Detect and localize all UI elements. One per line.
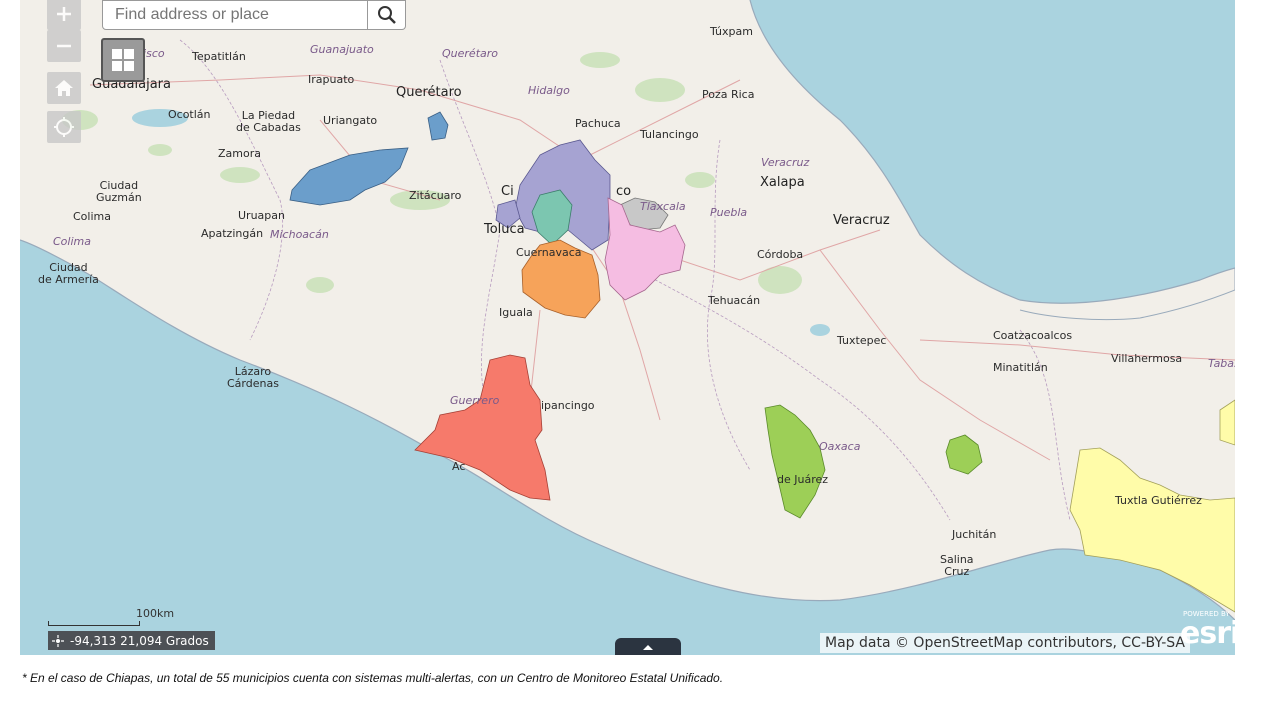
crosshair-icon <box>52 634 64 647</box>
place-label: Apatzingán <box>201 227 264 240</box>
footnote: * En el caso de Chiapas, un total de 55 … <box>22 671 724 685</box>
place-label: Coatzacoalcos <box>993 329 1073 342</box>
place-label: ipancingo <box>541 399 595 412</box>
place-label: Juchitán <box>952 528 997 541</box>
state-label: Tlaxcala <box>640 200 686 213</box>
place-label: Querétaro <box>396 85 462 100</box>
place-label: La Piedad de Cabadas <box>236 109 301 134</box>
locate-icon <box>54 117 74 137</box>
place-label: Zamora <box>218 147 261 160</box>
state-label: Puebla <box>710 206 748 219</box>
place-label: de Juárez <box>777 473 829 486</box>
search-icon <box>377 6 396 24</box>
search-input[interactable] <box>115 2 355 28</box>
place-label: Tuxtepec <box>837 334 887 347</box>
locate-button[interactable] <box>47 111 81 143</box>
coordinates-text: -94,313 21,094 Grados <box>70 633 209 648</box>
map-attribution: Map data © OpenStreetMap contributors, C… <box>820 633 1191 653</box>
place-label: Ci <box>501 184 514 199</box>
chevron-up-icon <box>643 644 653 650</box>
place-label: Iguala <box>499 306 533 319</box>
minus-icon <box>57 44 71 48</box>
place-label: Salina Cruz <box>940 553 974 578</box>
scale-line <box>48 621 140 626</box>
state-label: Veracruz <box>761 156 810 169</box>
place-label: Minatitlán <box>993 361 1048 374</box>
place-label: Tehuacán <box>708 294 761 307</box>
place-label: Ciudad Guzmán <box>96 179 142 204</box>
place-label: Colima <box>73 210 111 223</box>
coordinates-readout[interactable]: -94,313 21,094 Grados <box>48 631 215 650</box>
scale-bar: 100km <box>48 607 178 629</box>
place-label: Tulancingo <box>640 128 699 141</box>
search-button[interactable] <box>368 0 406 30</box>
state-label: Guanajuato <box>310 43 374 56</box>
place-label: Cuernavaca <box>516 246 582 259</box>
state-label: Hidalgo <box>528 84 570 97</box>
place-label: Ciudad de Armería <box>38 261 99 286</box>
search-box <box>102 0 368 30</box>
place-label: Uriangato <box>323 114 378 127</box>
state-label: Querétaro <box>442 47 498 60</box>
place-label: Ac <box>452 460 466 473</box>
basemap <box>20 0 1235 621</box>
basemap-gallery-button[interactable] <box>101 38 145 82</box>
home-icon <box>55 80 73 96</box>
basemap-gallery-icon <box>112 49 134 71</box>
place-label: Zitácuaro <box>409 189 462 202</box>
place-label: Toluca <box>484 222 525 237</box>
place-label: Villahermosa <box>1111 352 1183 365</box>
zoom-out-button[interactable] <box>47 30 81 62</box>
map-view[interactable]: Túxpam Jalisco Tepatitlán Guanajuato Que… <box>20 0 1235 655</box>
state-label: Michoacán <box>270 228 329 241</box>
place-label: Poza Rica <box>702 88 755 101</box>
place-label: Ocotlán <box>168 108 211 121</box>
plus-icon <box>57 7 71 21</box>
place-label: co <box>616 184 632 199</box>
place-label: Pachuca <box>575 117 621 130</box>
place-label: Tepatitlán <box>192 50 246 63</box>
esri-logo[interactable]: POWERED BY esri <box>1180 608 1235 653</box>
place-label: Uruapan <box>238 209 285 222</box>
place-label: Tuxtla Gutiérrez <box>1115 494 1202 507</box>
place-label: Lázaro Cárdenas <box>227 365 279 390</box>
state-label: Oaxaca <box>819 440 861 453</box>
place-label: Xalapa <box>760 175 805 190</box>
state-label: Colima <box>53 235 91 248</box>
place-label: Veracruz <box>833 213 890 228</box>
home-button[interactable] <box>47 72 81 104</box>
place-label: Córdoba <box>757 248 804 261</box>
esri-wordmark: esri <box>1180 616 1235 651</box>
place-label: Irapuato <box>308 73 355 86</box>
state-label: Guerrero <box>450 394 500 407</box>
zoom-in-button[interactable] <box>47 0 81 30</box>
state-label: Tabas <box>1208 357 1235 370</box>
expand-panel-button[interactable] <box>615 638 681 655</box>
place-label: Túxpam <box>710 25 753 38</box>
land-area <box>20 0 1235 620</box>
scale-label: 100km <box>136 607 175 620</box>
